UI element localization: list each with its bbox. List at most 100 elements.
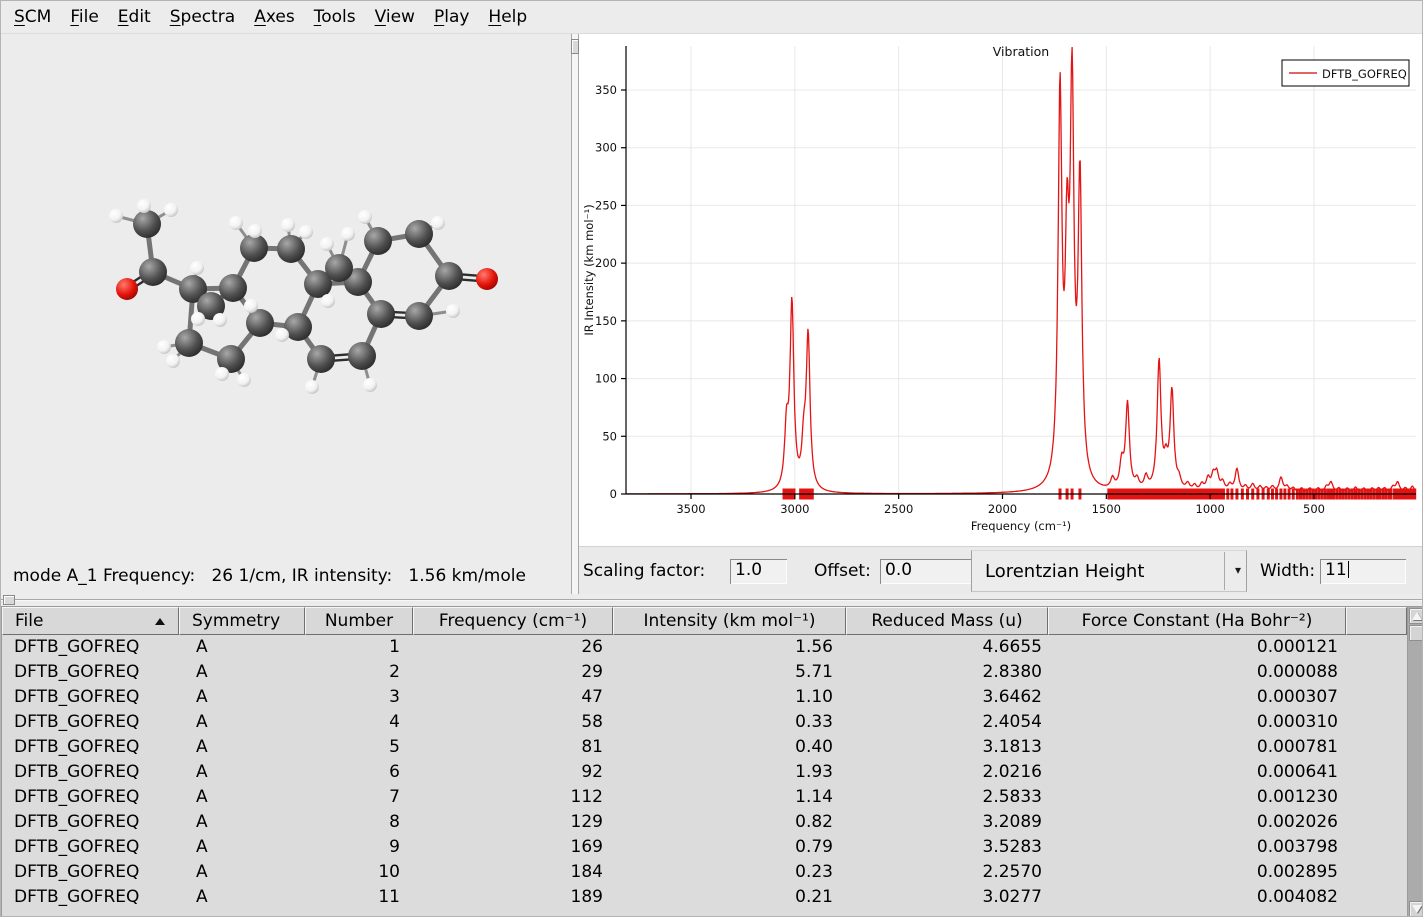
oxygen-atom[interactable] — [476, 268, 498, 290]
column-header-symmetry[interactable]: Symmetry — [179, 607, 305, 635]
pane-divider-handle-icon[interactable] — [3, 595, 15, 605]
cell: 47 — [413, 685, 613, 710]
carbon-atom[interactable] — [307, 345, 335, 373]
scroll-up-icon[interactable] — [1409, 608, 1423, 624]
menu-help[interactable]: Help — [485, 5, 530, 29]
scrollbar-thumb[interactable] — [1409, 625, 1423, 641]
vibration-spectrum-plot[interactable]: Vibration0501001502002503003503500300025… — [579, 34, 1423, 546]
hydrogen-atom[interactable] — [305, 380, 319, 394]
column-header-frequency[interactable]: Frequency (cm⁻¹) — [413, 607, 613, 635]
pane-divider-handle-icon[interactable] — [571, 39, 579, 54]
carbon-atom[interactable] — [219, 274, 247, 302]
table-row[interactable]: DFTB_GOFREQA71121.142.58330.001230 — [2, 785, 1423, 810]
cell: 11 — [305, 885, 413, 910]
hydrogen-atom[interactable] — [164, 203, 178, 217]
cell: DFTB_GOFREQ — [2, 810, 179, 835]
hydrogen-atom[interactable] — [431, 216, 445, 230]
carbon-atom[interactable] — [139, 258, 167, 286]
carbon-atom[interactable] — [435, 262, 463, 290]
table-scrollbar[interactable] — [1407, 607, 1423, 917]
cell: A — [179, 860, 305, 885]
hydrogen-atom[interactable] — [191, 312, 205, 326]
hydrogen-atom[interactable] — [190, 261, 204, 275]
table-row[interactable]: DFTB_GOFREQA4580.332.40540.000310 — [2, 710, 1423, 735]
cell: 0.000307 — [1048, 685, 1346, 710]
column-header-number[interactable]: Number — [305, 607, 413, 635]
carbon-atom[interactable] — [348, 342, 376, 370]
oxygen-atom[interactable] — [116, 278, 138, 300]
table-row[interactable]: DFTB_GOFREQA81290.823.20890.002026 — [2, 810, 1423, 835]
cell: 8 — [305, 810, 413, 835]
legend-label: DFTB_GOFREQ — [1322, 67, 1407, 81]
width-input[interactable]: 11 — [1320, 559, 1406, 584]
menu-edit[interactable]: Edit — [115, 5, 154, 29]
hydrogen-atom[interactable] — [446, 304, 460, 318]
hydrogen-atom[interactable] — [244, 299, 258, 313]
menu-view[interactable]: View — [372, 5, 418, 29]
carbon-atom[interactable] — [367, 300, 395, 328]
column-header-force[interactable]: Force Constant (Ha Bohr⁻²) — [1048, 607, 1346, 635]
hydrogen-atom[interactable] — [166, 354, 180, 368]
column-header-intensity[interactable]: Intensity (km mol⁻¹) — [613, 607, 846, 635]
menu-spectra[interactable]: Spectra — [167, 5, 238, 29]
cell: DFTB_GOFREQ — [2, 735, 179, 760]
carbon-atom[interactable] — [405, 302, 433, 330]
cell: 0.23 — [613, 860, 846, 885]
table-row[interactable]: DFTB_GOFREQA6921.932.02160.000641 — [2, 760, 1423, 785]
carbon-atom[interactable] — [133, 210, 161, 238]
hydrogen-atom[interactable] — [157, 340, 171, 354]
scaling-factor-input[interactable]: 1.0 — [730, 559, 787, 584]
scroll-down-icon[interactable] — [1409, 901, 1423, 917]
hydrogen-atom[interactable] — [358, 210, 372, 224]
menu-tools[interactable]: Tools — [311, 5, 359, 29]
table-row[interactable]: DFTB_GOFREQA3471.103.64620.000307 — [2, 685, 1423, 710]
hydrogen-atom[interactable] — [321, 294, 335, 308]
carbon-atom[interactable] — [364, 227, 392, 255]
carbon-atom[interactable] — [175, 329, 203, 357]
cell: 2.0216 — [846, 760, 1048, 785]
column-header-reduced[interactable]: Reduced Mass (u) — [846, 607, 1048, 635]
spectrum-curve — [626, 47, 1416, 494]
table-row[interactable]: DFTB_GOFREQA111890.213.02770.004082 — [2, 885, 1423, 910]
cell: 0.002895 — [1048, 860, 1346, 885]
hydrogen-atom[interactable] — [299, 225, 313, 239]
carbon-atom[interactable] — [405, 220, 433, 248]
hydrogen-atom[interactable] — [137, 199, 151, 213]
hydrogen-atom[interactable] — [275, 328, 289, 342]
menu-scm[interactable]: SCM — [11, 5, 54, 29]
broadening-dropdown[interactable]: Lorentzian Height ▾ — [971, 550, 1247, 592]
hydrogen-atom[interactable] — [215, 367, 229, 381]
carbon-atom[interactable] — [246, 309, 274, 337]
hydrogen-atom[interactable] — [229, 216, 243, 230]
hydrogen-atom[interactable] — [248, 224, 262, 238]
carbon-atom[interactable] — [277, 235, 305, 263]
offset-label: Offset: — [814, 559, 871, 583]
pane-divider-horizontal[interactable] — [1, 594, 1423, 606]
table-row[interactable]: DFTB_GOFREQA2295.712.83800.000088 — [2, 660, 1423, 685]
menu-file[interactable]: File — [67, 5, 101, 29]
menu-play[interactable]: Play — [431, 5, 472, 29]
carbon-atom[interactable] — [240, 234, 268, 262]
hydrogen-atom[interactable] — [341, 227, 355, 241]
molecule-3d-view[interactable] — [1, 34, 571, 561]
cell: DFTB_GOFREQ — [2, 835, 179, 860]
pane-divider-vertical[interactable] — [571, 34, 579, 594]
hydrogen-atom[interactable] — [363, 378, 377, 392]
table-row[interactable]: DFTB_GOFREQA101840.232.25700.002895 — [2, 860, 1423, 885]
cell: 189 — [413, 885, 613, 910]
hydrogen-atom[interactable] — [237, 373, 251, 387]
hydrogen-atom[interactable] — [281, 218, 295, 232]
table-row[interactable]: DFTB_GOFREQA5810.403.18130.000781 — [2, 735, 1423, 760]
menu-axes[interactable]: Axes — [251, 5, 298, 29]
cell: 3.6462 — [846, 685, 1048, 710]
hydrogen-atom[interactable] — [320, 237, 334, 251]
column-header-file[interactable]: File — [2, 607, 179, 635]
table-row[interactable]: DFTB_GOFREQA1261.564.66550.000121 — [2, 635, 1423, 660]
carbon-atom[interactable] — [325, 254, 353, 282]
x-tick-label: 500 — [1303, 502, 1325, 516]
cell: 29 — [413, 660, 613, 685]
hydrogen-atom[interactable] — [213, 313, 227, 327]
cell: 1.56 — [613, 635, 846, 660]
hydrogen-atom[interactable] — [109, 209, 123, 223]
table-row[interactable]: DFTB_GOFREQA91690.793.52830.003798 — [2, 835, 1423, 860]
